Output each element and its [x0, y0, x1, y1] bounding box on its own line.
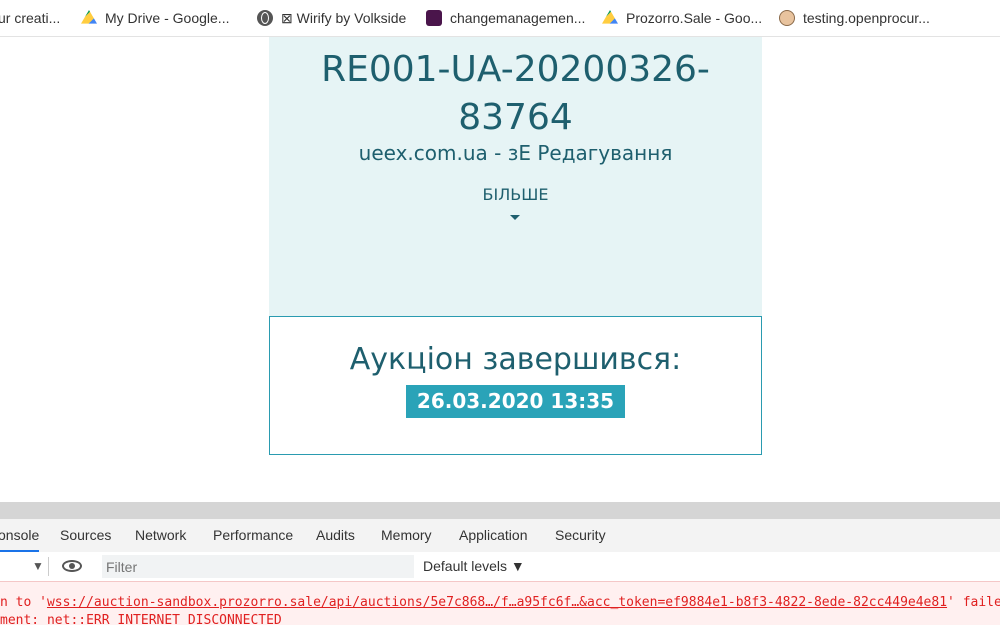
avatar-icon	[779, 10, 795, 26]
bookmark-item[interactable]: ⊠ Wirify by Volkside	[257, 0, 406, 36]
google-drive-icon	[81, 10, 97, 24]
bookmark-label: ur creati...	[0, 10, 61, 26]
bookmark-item[interactable]: testing.openprocur...	[779, 0, 930, 36]
auction-ended-label: Аукціон завершився:	[349, 342, 682, 377]
context-dropdown-icon[interactable]: ▼	[32, 559, 44, 573]
bookmark-label: changemanagemen...	[450, 10, 586, 26]
error-prefix: n to '	[0, 595, 47, 610]
tab-memory[interactable]: Memory	[381, 519, 432, 552]
tab-performance[interactable]: Performance	[213, 519, 293, 552]
tab-network[interactable]: Network	[135, 519, 186, 552]
bookmark-item[interactable]: My Drive - Google...	[81, 0, 229, 36]
tab-console[interactable]: onsole	[0, 519, 40, 552]
devtools-tabs: onsole Sources Network Performance Audit…	[0, 519, 1000, 553]
auction-ended-date: 26.03.2020 13:35	[406, 385, 625, 418]
horizontal-scrollbar[interactable]	[0, 502, 1000, 519]
auction-subtitle: ueex.com.ua - зЕ Редагування	[358, 141, 673, 165]
bookmark-label: My Drive - Google...	[105, 10, 230, 26]
slack-icon	[426, 10, 442, 26]
console-error-line: ment: net::ERR_INTERNET_DISCONNECTED	[0, 613, 282, 625]
bookmarks-bar: ur creati... My Drive - Google... ⊠ Wiri…	[0, 0, 1000, 37]
bookmark-item[interactable]: ur creati...	[0, 0, 60, 36]
tab-sources[interactable]: Sources	[60, 519, 111, 552]
auction-code: RE001-UA-20200326- 83764	[269, 46, 762, 142]
tab-security[interactable]: Security	[555, 519, 606, 552]
error-suffix: ' failed: Err	[947, 595, 1000, 610]
google-drive-icon	[602, 10, 618, 24]
filter-input[interactable]	[102, 555, 414, 578]
auction-code-line1: RE001-UA-20200326-	[321, 49, 710, 90]
caret-down-icon[interactable]	[510, 215, 520, 220]
tab-application[interactable]: Application	[459, 519, 528, 552]
bookmark-item[interactable]: changemanagemen...	[426, 0, 585, 36]
bookmark-item[interactable]: Prozorro.Sale - Goo...	[602, 0, 762, 36]
error-prefix: ment: net::ERR_INTERNET_DISCONNECTED	[0, 613, 282, 625]
bookmark-label: Prozorro.Sale - Goo...	[626, 10, 763, 26]
bookmark-label: testing.openprocur...	[803, 10, 930, 26]
bookmark-label: ⊠ Wirify by Volkside	[281, 9, 407, 26]
auction-code-line2: 83764	[458, 97, 573, 138]
default-levels-dropdown[interactable]: Default levels ▼	[423, 552, 525, 581]
toolbar-divider	[48, 557, 49, 576]
globe-icon	[257, 10, 273, 26]
console-toolbar: ▼ Default levels ▼	[0, 552, 1000, 582]
tab-audits[interactable]: Audits	[316, 519, 355, 552]
more-button[interactable]: БІЛЬШЕ	[269, 185, 762, 204]
error-link[interactable]: wss://auction-sandbox.prozorro.sale/api/…	[47, 595, 947, 610]
eye-icon[interactable]	[62, 560, 82, 572]
console-error-line: n to 'wss://auction-sandbox.prozorro.sal…	[0, 595, 1000, 610]
console-output: n to 'wss://auction-sandbox.prozorro.sal…	[0, 581, 1000, 625]
